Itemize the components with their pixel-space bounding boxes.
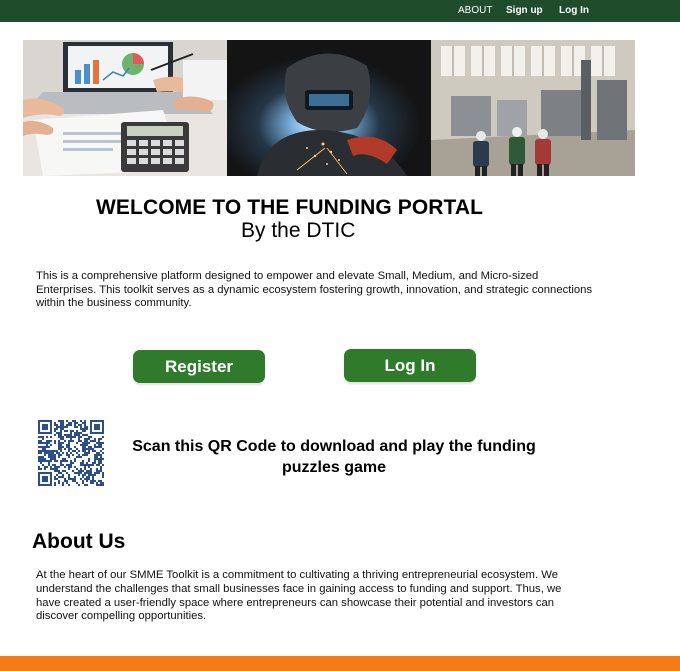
hero-banner: [23, 40, 635, 176]
qr-code-icon: [38, 420, 104, 486]
nav-signup-link[interactable]: Sign up: [506, 4, 543, 17]
factory-floor-image: [431, 40, 635, 176]
welcome-title: WELCOME TO THE FUNDING PORTAL: [96, 196, 484, 219]
register-button[interactable]: Register: [133, 350, 265, 383]
intro-paragraph: This is a comprehensive platform designe…: [36, 270, 593, 309]
top-nav-bar: ABOUT Sign up Log In: [0, 0, 680, 22]
welder-image: [227, 40, 431, 176]
nav-login-link[interactable]: Log In: [559, 4, 589, 17]
about-paragraph: At the heart of our SMME Toolkit is a co…: [36, 569, 562, 623]
footer-bar: [0, 656, 680, 671]
welcome-subtitle: By the DTIC: [241, 219, 356, 242]
finance-desk-image: [23, 40, 227, 176]
about-heading: About Us: [32, 530, 126, 553]
nav-about-link[interactable]: ABOUT: [458, 4, 492, 17]
login-button[interactable]: Log In: [344, 349, 476, 382]
qr-caption: Scan this QR Code to download and play t…: [132, 438, 536, 476]
